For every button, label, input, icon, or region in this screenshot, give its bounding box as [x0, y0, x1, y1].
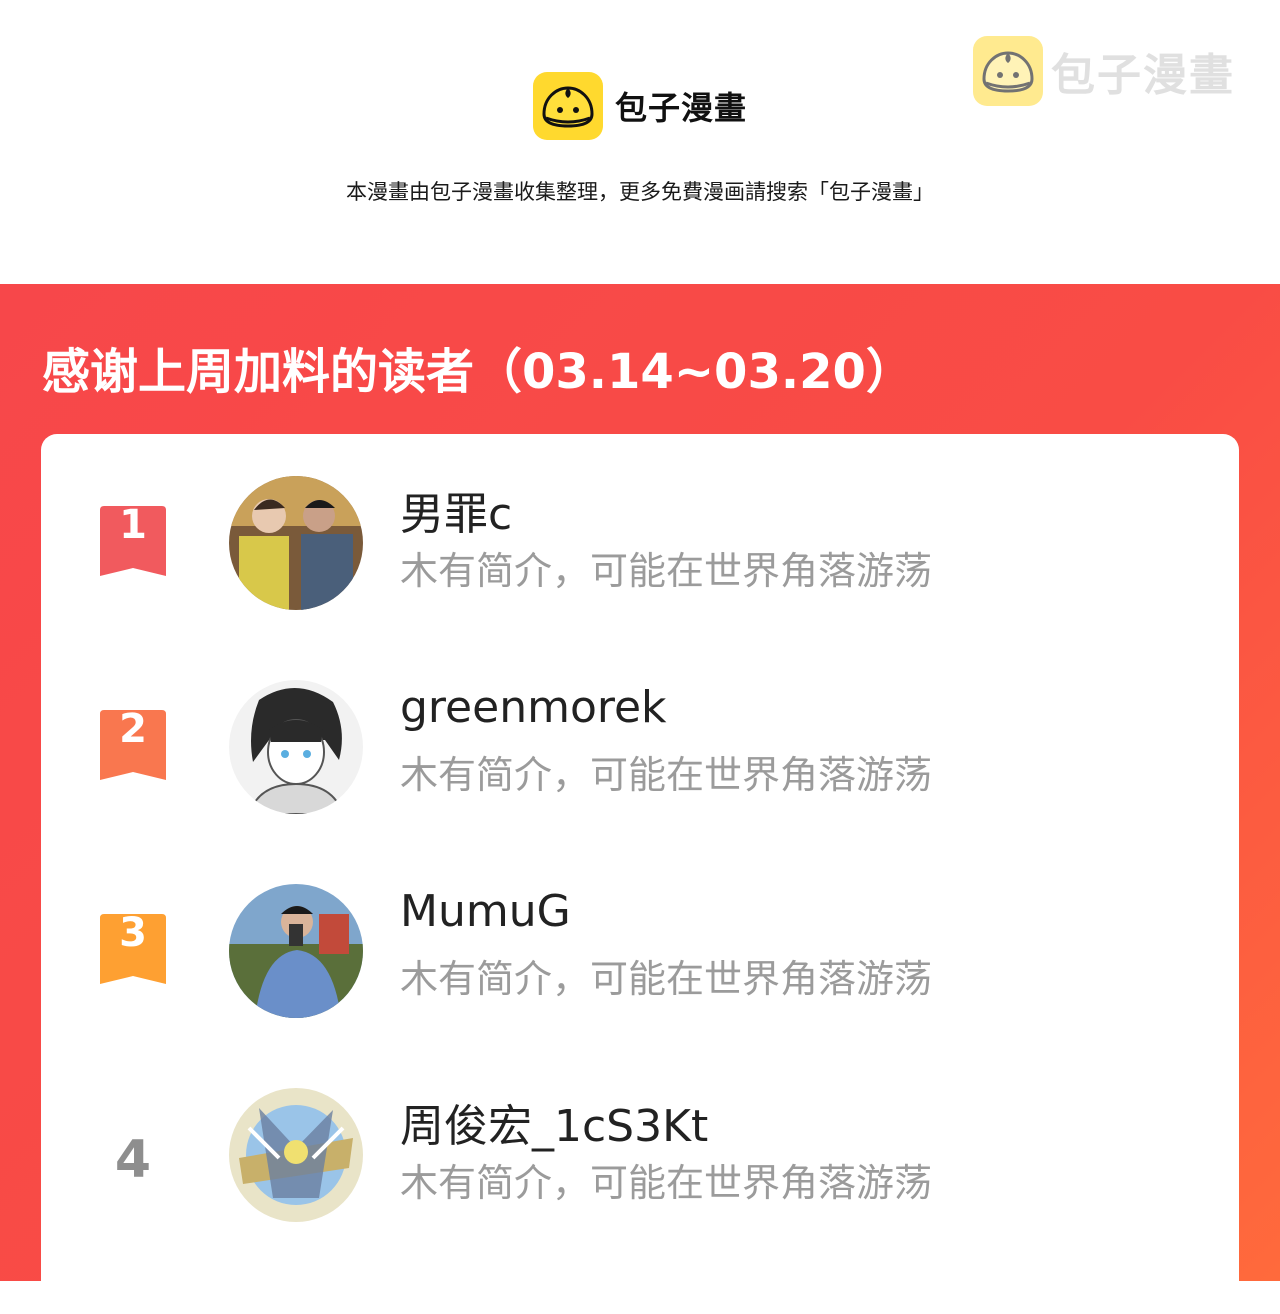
username: greenmorek: [400, 682, 667, 733]
ranking-row[interactable]: 1 男罪c 木有简介，可能在世界角落游荡: [41, 476, 1239, 616]
bun-mascot-icon: [533, 72, 603, 140]
user-bio: 木有简介，可能在世界角落游荡: [400, 1161, 933, 1205]
username: 男罪c: [400, 489, 513, 540]
avatar[interactable]: [229, 1088, 363, 1222]
rank-ribbon-icon: 3: [98, 910, 168, 988]
ranking-row[interactable]: 2 greenmorek 木有简介，可能在世界角落游荡: [41, 680, 1239, 820]
watermark-bun-icon: [973, 36, 1043, 106]
ranking-row[interactable]: 3 MumuG 木有简介，可能在世界角落游荡: [41, 884, 1239, 1024]
avatar[interactable]: [229, 884, 363, 1018]
site-notice: 本漫畫由包子漫畫收集整理，更多免費漫画請搜索「包子漫畫」: [346, 180, 934, 204]
ranking-card: 1 男罪c 木有简介，可能在世界角落游荡 2 greenmorek 木有简介，可…: [41, 434, 1239, 1314]
brand-logo[interactable]: 包子漫畫: [533, 72, 747, 140]
user-bio: 木有简介，可能在世界角落游荡: [400, 753, 933, 797]
supporters-banner: 感谢上周加料的读者（03.14~03.20） 1 男罪c 木有简介，可能在世界角…: [0, 284, 1280, 1314]
page-header: 包子漫畫 本漫畫由包子漫畫收集整理，更多免費漫画請搜索「包子漫畫」 包子漫畫: [0, 0, 1280, 284]
user-bio: 木有简介，可能在世界角落游荡: [400, 549, 933, 593]
brand-name: 包子漫畫: [615, 89, 748, 127]
rank-number: 1: [119, 502, 147, 548]
user-bio: 木有简介，可能在世界角落游荡: [400, 957, 933, 1001]
watermark-text: 包子漫畫: [1051, 50, 1235, 101]
rank-ribbon-icon: 2: [98, 706, 168, 784]
ranking-row[interactable]: 4 周俊宏_1cS3Kt 木有简介，可能在世界角落游荡: [41, 1088, 1239, 1228]
watermark: 包子漫畫: [973, 36, 1235, 106]
rank-number: 2: [119, 706, 147, 752]
banner-title: 感谢上周加料的读者（03.14~03.20）: [42, 344, 914, 400]
username: MumuG: [400, 886, 571, 937]
rank-number: 4: [114, 1130, 152, 1190]
username: 周俊宏_1cS3Kt: [400, 1101, 709, 1152]
avatar[interactable]: [229, 476, 363, 610]
rank-ribbon-icon: 1: [98, 502, 168, 580]
rank-number: 3: [119, 910, 147, 956]
avatar[interactable]: [229, 680, 363, 814]
